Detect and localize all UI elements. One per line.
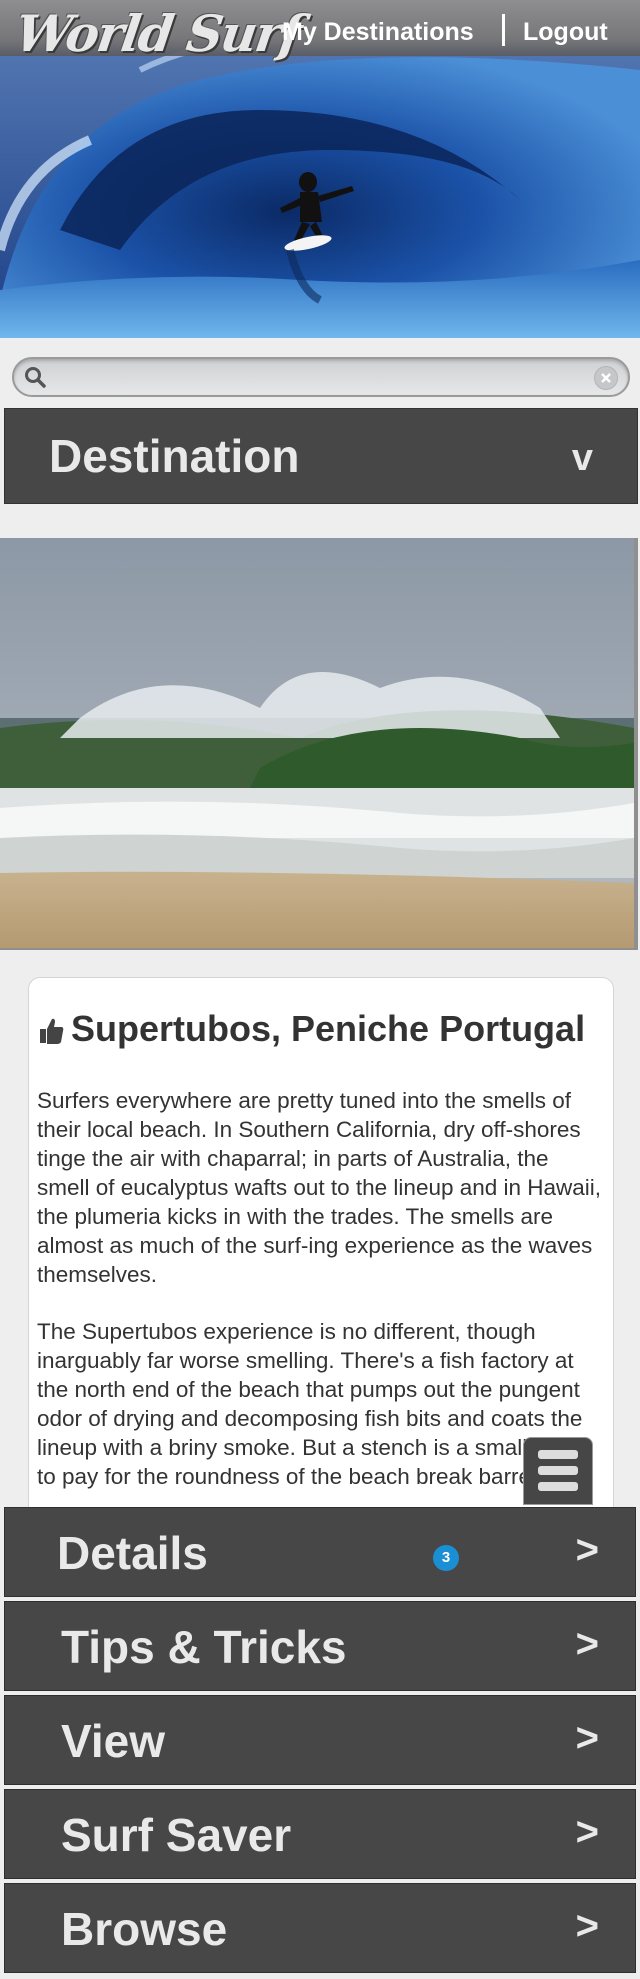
menu-item-view[interactable]: View > — [4, 1695, 636, 1785]
destination-dropdown[interactable]: Destination v — [4, 408, 638, 504]
menu-item-details[interactable]: Details 3 > — [4, 1507, 636, 1597]
logout-link[interactable]: Logout — [523, 18, 608, 47]
world-surf-logo[interactable]: World Surf — [12, 4, 304, 63]
menu-item-surf-saver[interactable]: Surf Saver > — [4, 1789, 636, 1879]
menu-item-label: View — [61, 1715, 165, 1767]
search-icon — [25, 367, 46, 388]
thumbs-up-icon[interactable] — [39, 1017, 65, 1045]
menu-item-label: Surf Saver — [61, 1809, 292, 1861]
chevron-down-icon[interactable]: v — [572, 437, 593, 480]
article-title-text: Supertubos, Peniche Portugal — [71, 1008, 586, 1049]
menu-item-label: Details — [57, 1527, 208, 1579]
search-bar — [12, 357, 630, 397]
my-destinations-link[interactable]: My Destinations — [282, 18, 474, 47]
destination-photo — [0, 538, 638, 950]
article-title: Supertubos, Peniche Portugal — [39, 1008, 585, 1050]
article-paragraph: The Supertubos experience is no differen… — [37, 1319, 583, 1489]
hamburger-menu-icon[interactable] — [523, 1437, 593, 1505]
search-input[interactable] — [54, 361, 598, 395]
chevron-right-icon: > — [575, 1622, 599, 1666]
chevron-right-icon: > — [575, 1716, 599, 1760]
clear-search-icon[interactable] — [594, 366, 618, 390]
article-paragraph: Surfers everywhere are pretty tuned into… — [37, 1088, 602, 1287]
chevron-right-icon: > — [575, 1904, 599, 1948]
hero-banner: World Surf My Destinations Logout — [0, 0, 640, 338]
nav-divider — [502, 14, 505, 46]
destination-title: Destination — [49, 430, 300, 482]
menu-item-label: Tips & Tricks — [61, 1621, 347, 1673]
menu-item-tips-tricks[interactable]: Tips & Tricks > — [4, 1601, 636, 1691]
menu-item-label: Browse — [61, 1903, 228, 1955]
chevron-right-icon: > — [575, 1810, 599, 1854]
count-badge: 3 — [433, 1545, 459, 1571]
chevron-right-icon: > — [575, 1528, 599, 1572]
menu-item-browse[interactable]: Browse > — [4, 1883, 636, 1973]
